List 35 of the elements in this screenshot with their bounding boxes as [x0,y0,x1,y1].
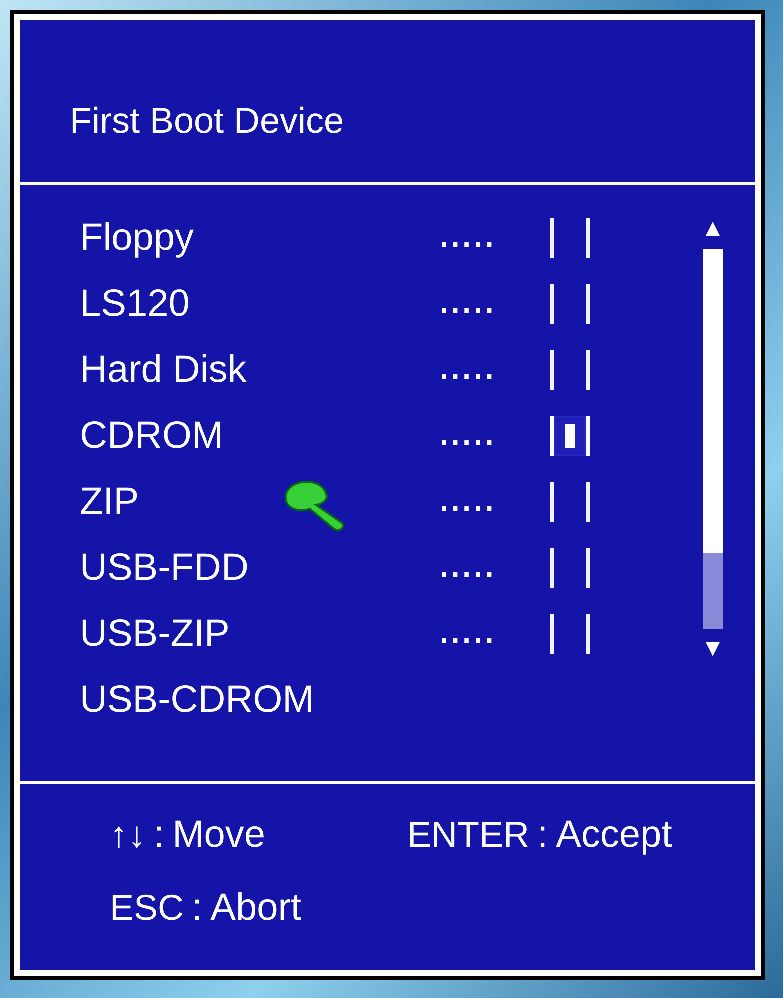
separator: : [192,887,203,930]
key-label: ↑↓ [110,814,146,856]
option-label[interactable]: USB-FDD [80,546,440,590]
option-label[interactable]: ZIP [80,480,440,524]
leader-dots: ..... [440,287,498,321]
leader-dots: ..... [440,419,498,453]
option-label[interactable]: CDROM [80,414,440,458]
leader-dots: ..... [440,353,498,387]
scroll-down-button[interactable]: ▼ [701,635,725,663]
option-label[interactable]: USB-CDROM [80,678,440,722]
option-checkbox[interactable] [550,548,590,588]
leader-dots: ..... [440,551,498,585]
leader-dots: ..... [440,485,498,519]
option-label[interactable]: Floppy [80,216,440,260]
key-action: Abort [210,887,302,930]
leader-dots: ..... [440,221,498,255]
option-checkbox[interactable] [550,218,590,258]
option-label[interactable]: USB-ZIP [80,612,440,656]
dialog-title: First Boot Device [20,20,755,185]
scrollbar-thumb[interactable] [703,249,723,553]
separator: : [538,814,548,857]
key-label: ENTER [408,814,530,856]
option-checkbox[interactable] [550,614,590,654]
leader-dots: ..... [440,617,498,651]
key-action: Accept [556,814,672,857]
key-action: Move [172,814,266,857]
option-label[interactable]: Hard Disk [80,348,440,392]
option-checkbox[interactable] [550,284,590,324]
key-label: ESC [110,887,184,929]
scroll-up-button[interactable]: ▲ [701,215,725,243]
separator: : [154,814,165,857]
option-checkbox[interactable] [550,482,590,522]
option-checkbox[interactable] [550,350,590,390]
scrollbar-track[interactable] [703,249,723,629]
option-label[interactable]: LS120 [80,282,440,326]
